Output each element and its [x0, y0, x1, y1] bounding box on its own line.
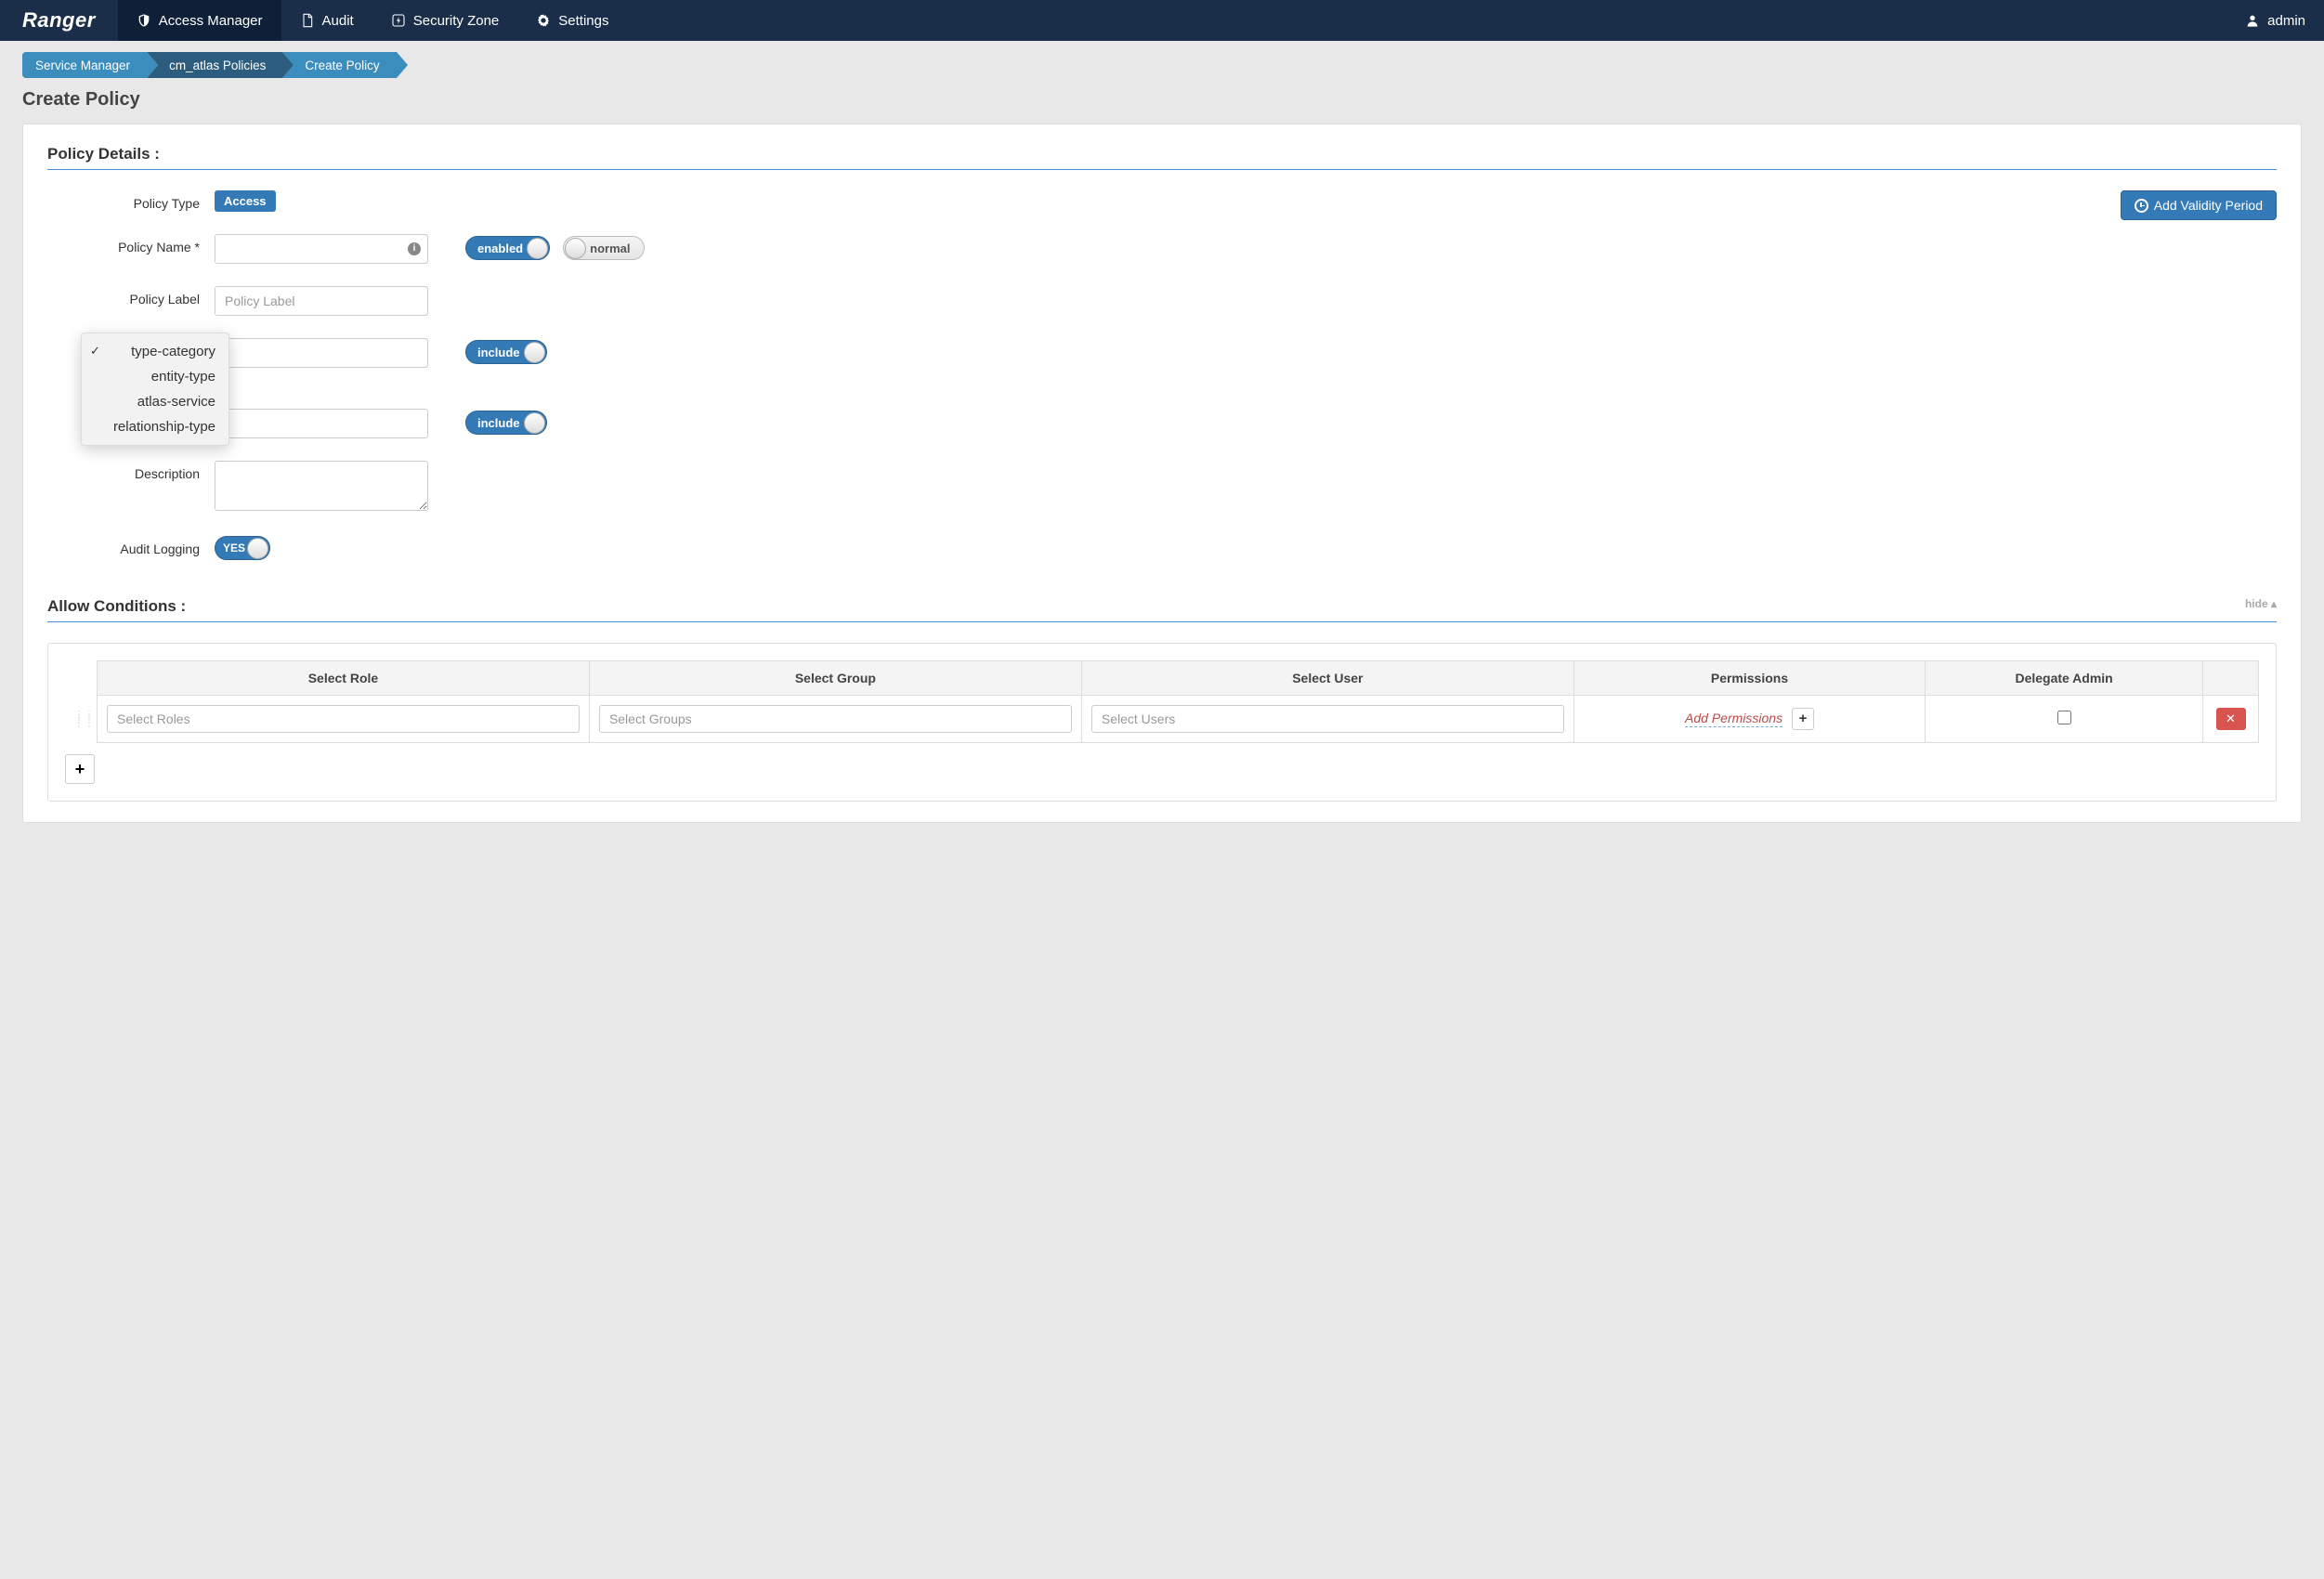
allow-conditions-panel: Select Role Select Group Select User Per…	[47, 643, 2277, 802]
hide-link[interactable]: hide ▴	[2245, 597, 2277, 610]
toggle-knob	[565, 238, 586, 259]
nav-label: Access Manager	[159, 13, 263, 29]
label-audit-logging: Audit Logging	[47, 536, 215, 556]
allow-conditions-label: Allow Conditions :	[47, 597, 186, 615]
conditions-table: Select Role Select Group Select User Per…	[65, 660, 2259, 743]
normal-toggle[interactable]: normal	[563, 236, 645, 260]
nav-security-zone[interactable]: Security Zone	[372, 0, 518, 41]
user-label: admin	[2267, 13, 2305, 29]
label-policy-label: Policy Label	[47, 286, 215, 307]
nav-settings[interactable]: Settings	[517, 0, 627, 41]
resource-value-input-2[interactable]	[215, 409, 428, 438]
label-description: Description	[47, 461, 215, 481]
section-title-allow: Allow Conditions : hide ▴	[47, 597, 2277, 622]
toggle-knob	[524, 342, 545, 363]
chevron-up-icon: ▴	[2271, 597, 2277, 610]
description-textarea[interactable]	[215, 461, 428, 511]
add-validity-period-button[interactable]: Add Validity Period	[2121, 190, 2277, 220]
file-icon	[300, 13, 315, 28]
delegate-admin-checkbox[interactable]	[2057, 711, 2071, 724]
section-title-details: Policy Details :	[47, 145, 2277, 170]
nav-user[interactable]: admin	[2226, 13, 2324, 29]
clock-icon	[2135, 199, 2148, 213]
resource-value-input-1[interactable]	[215, 338, 428, 368]
toggle-knob	[524, 412, 545, 434]
remove-row-button[interactable]: ✕	[2216, 708, 2246, 730]
add-row-button[interactable]: +	[65, 754, 95, 784]
th-select-role: Select Role	[98, 661, 590, 696]
include-toggle-1[interactable]: include	[465, 340, 547, 364]
breadcrumb-service-manager[interactable]: Service Manager	[22, 52, 147, 78]
dropdown-item-relationship-type[interactable]: relationship-type	[82, 414, 228, 439]
table-row: ⋮⋮⋮⋮⋮⋮ Add Permissions + ✕	[65, 696, 2259, 743]
gear-icon	[536, 13, 551, 28]
label-policy-type: Policy Type	[47, 190, 215, 211]
nav-label: Security Zone	[413, 13, 500, 29]
breadcrumb-policies[interactable]: cm_atlas Policies	[147, 52, 282, 78]
dropdown-item-type-category[interactable]: type-category	[82, 339, 228, 364]
audit-logging-toggle[interactable]: YES	[215, 536, 270, 560]
th-permissions: Permissions	[1573, 661, 1925, 696]
page-title: Create Policy	[22, 89, 2302, 111]
th-select-user: Select User	[1081, 661, 1573, 696]
breadcrumb: Service Manager cm_atlas Policies Create…	[22, 52, 2302, 78]
brand-logo[interactable]: Ranger	[0, 8, 118, 33]
select-roles-input[interactable]	[107, 705, 580, 733]
add-permissions-link[interactable]: Add Permissions	[1685, 711, 1782, 727]
add-permission-plus-button[interactable]: +	[1792, 708, 1814, 730]
policy-name-input[interactable]	[215, 234, 428, 264]
shield-icon	[137, 13, 151, 28]
bolt-icon	[391, 13, 406, 28]
policy-label-input[interactable]	[215, 286, 428, 316]
dropdown-item-entity-type[interactable]: entity-type	[82, 364, 228, 389]
select-groups-input[interactable]	[599, 705, 1072, 733]
policy-card: Policy Details : Policy Type Access Add …	[22, 124, 2302, 823]
dropdown-item-atlas-service[interactable]: atlas-service	[82, 389, 228, 414]
policy-type-badge: Access	[215, 190, 276, 212]
resource-type-dropdown: type-category entity-type atlas-service …	[81, 333, 229, 446]
validity-label: Add Validity Period	[2154, 198, 2263, 213]
user-icon	[2245, 13, 2260, 28]
toggle-knob	[247, 538, 268, 559]
nav-audit[interactable]: Audit	[281, 0, 372, 41]
navbar: Ranger Access Manager Audit Security Zon…	[0, 0, 2324, 41]
info-icon[interactable]: i	[408, 242, 421, 255]
include-toggle-2[interactable]: include	[465, 411, 547, 435]
breadcrumb-create-policy[interactable]: Create Policy	[282, 52, 396, 78]
nav-access-manager[interactable]: Access Manager	[118, 0, 281, 41]
nav-label: Settings	[558, 13, 608, 29]
toggle-knob	[527, 238, 548, 259]
enabled-toggle[interactable]: enabled	[465, 236, 550, 260]
select-users-input[interactable]	[1091, 705, 1564, 733]
th-select-group: Select Group	[589, 661, 1081, 696]
label-policy-name: Policy Name *	[47, 234, 215, 254]
nav-label: Audit	[322, 13, 354, 29]
th-delegate-admin: Delegate Admin	[1926, 661, 2203, 696]
drag-handle-icon[interactable]: ⋮⋮⋮⋮⋮⋮	[74, 712, 87, 726]
